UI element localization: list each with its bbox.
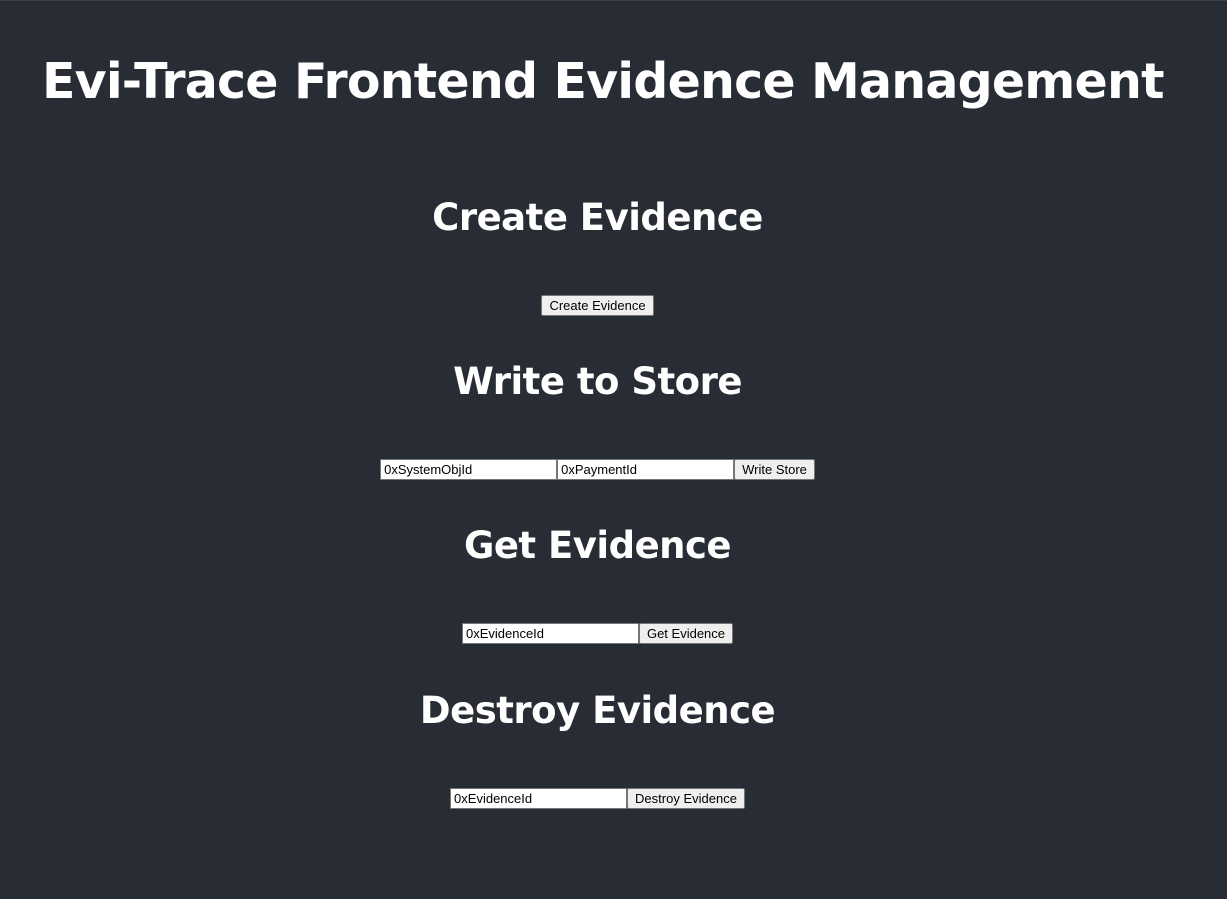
payment-id-input[interactable] xyxy=(557,459,735,480)
get-evidence-id-input[interactable] xyxy=(461,623,639,644)
write-store-button[interactable]: Write Store xyxy=(734,459,815,480)
page-title: Evi-Trace Frontend Evidence Management xyxy=(42,53,1165,110)
get-evidence-row: Get Evidence xyxy=(0,623,1195,644)
write-store-row: Write Store xyxy=(0,459,1195,480)
create-evidence-row: Create Evidence xyxy=(0,295,1195,316)
destroy-evidence-row: Destroy Evidence xyxy=(0,788,1195,809)
destroy-evidence-button[interactable]: Destroy Evidence xyxy=(627,788,745,809)
create-evidence-heading: Create Evidence xyxy=(432,196,763,239)
destroy-evidence-id-input[interactable] xyxy=(450,788,628,809)
create-evidence-button[interactable]: Create Evidence xyxy=(541,295,654,316)
write-store-heading: Write to Store xyxy=(453,360,742,403)
destroy-evidence-heading: Destroy Evidence xyxy=(419,689,776,732)
system-obj-id-input[interactable] xyxy=(380,459,558,480)
get-evidence-heading: Get Evidence xyxy=(463,524,732,567)
get-evidence-button[interactable]: Get Evidence xyxy=(638,623,734,644)
